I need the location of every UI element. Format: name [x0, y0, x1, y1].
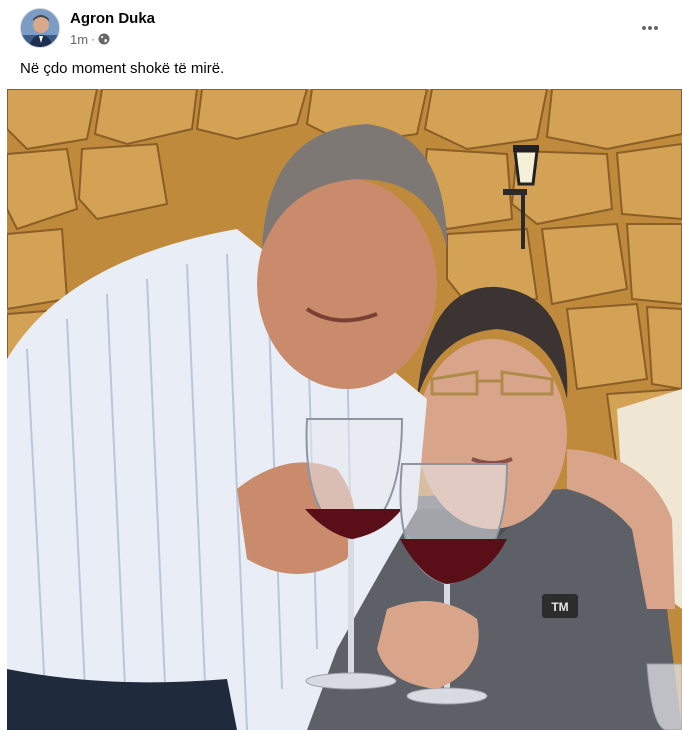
more-options-icon[interactable]: [636, 14, 664, 42]
author-name[interactable]: Agron Duka: [70, 10, 155, 27]
globe-icon[interactable]: [98, 33, 110, 45]
author-avatar[interactable]: [20, 8, 60, 48]
post-caption: Në çdo moment shokë të mirë.: [20, 60, 225, 77]
facebook-post: Agron Duka 1m · Në çdo moment shokë të m…: [0, 0, 682, 730]
post-photo[interactable]: TM: [7, 89, 682, 730]
svg-text:TM: TM: [551, 600, 568, 614]
post-header: Agron Duka 1m ·: [0, 0, 682, 56]
shirt-badge: TM: [542, 594, 578, 618]
meta-separator: ·: [91, 32, 96, 46]
post-timestamp[interactable]: 1m: [70, 32, 88, 47]
post-meta: 1m ·: [70, 31, 110, 47]
